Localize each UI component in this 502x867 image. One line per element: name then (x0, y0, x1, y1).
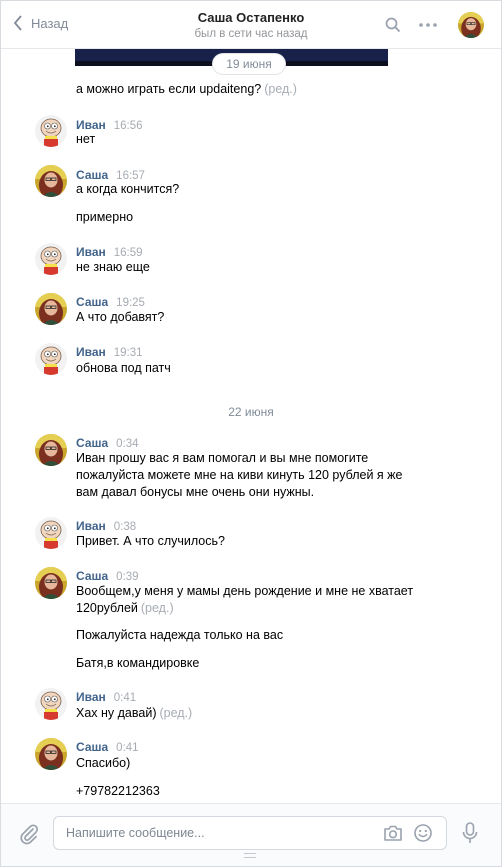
avatar[interactable] (35, 293, 67, 325)
chat-window: Назад Саша Остапенко был в сети час наза… (0, 0, 502, 867)
message-text: нет (76, 132, 96, 146)
message-time: 0:41 (116, 742, 139, 754)
paperclip-icon[interactable] (19, 823, 39, 845)
author-name[interactable]: Саша (76, 295, 108, 309)
more-dots-icon[interactable] (419, 23, 437, 27)
author-name[interactable]: Иван (76, 519, 106, 533)
avatar[interactable] (35, 343, 67, 375)
message-text: +79782212363 (76, 784, 160, 798)
date-separator: 22 июня (228, 405, 274, 419)
message-text: не знаю еще (76, 260, 150, 274)
author-name[interactable]: Иван (76, 118, 106, 132)
microphone-icon[interactable] (462, 822, 478, 844)
resize-handle[interactable] (244, 853, 256, 858)
header-avatar[interactable] (458, 12, 484, 38)
avatar[interactable] (35, 243, 67, 275)
message-meta: Саша 0:34 (76, 436, 139, 450)
message-text: А что добавят? (76, 310, 165, 324)
author-name[interactable]: Иван (76, 345, 106, 359)
camera-icon[interactable] (383, 824, 403, 842)
message-time: 19:31 (113, 347, 143, 359)
avatar[interactable] (35, 165, 67, 197)
message-time: 0:34 (116, 438, 139, 450)
message-text: Спасибо) (76, 756, 131, 770)
last-seen-status: был в сети час назад (194, 28, 308, 40)
message-text: а можно играть если updaiteng? (ред.) (76, 82, 297, 96)
avatar[interactable] (35, 115, 67, 147)
message-text: обнова под патч (76, 361, 171, 375)
message-feed[interactable]: 19 июня а можно играть если updaiteng? (р… (1, 49, 501, 803)
avatar[interactable] (35, 434, 67, 466)
message-time: 0:39 (116, 571, 139, 583)
message-text: Вообщем,у меня у мамы день рождение и мн… (76, 584, 414, 615)
message-text: Пожалуйста надежда только на вас (76, 628, 284, 642)
message-meta: Саша 16:57 (76, 168, 145, 182)
chat-header: Назад Саша Остапенко был в сети час наза… (1, 1, 501, 49)
author-name[interactable]: Иван (76, 245, 106, 259)
message-meta: Иван 16:59 (76, 245, 143, 259)
edited-mark: (ред.) (264, 82, 297, 96)
message-meta: Иван 0:41 (76, 690, 136, 704)
smile-icon[interactable] (413, 823, 433, 843)
message-meta: Саша 0:41 (76, 740, 139, 754)
message-meta: Иван 19:31 (76, 345, 143, 359)
author-name[interactable]: Саша (76, 569, 108, 583)
message-input-placeholder: Напишите сообщение... (66, 826, 205, 840)
search-icon[interactable] (385, 17, 401, 33)
message-text: Привет. А что случилось? (76, 534, 225, 548)
message-meta: Саша 0:39 (76, 569, 139, 583)
author-name[interactable]: Саша (76, 168, 108, 182)
message-text: а когда кончится? (76, 182, 180, 196)
message-text: Батя,в командировке (76, 656, 200, 670)
message-composer: Напишите сообщение... (1, 803, 501, 866)
date-separator: 19 июня (213, 54, 285, 74)
message-meta: Иван 0:38 (76, 519, 136, 533)
message-time: 0:41 (113, 692, 137, 704)
avatar[interactable] (35, 738, 67, 770)
avatar[interactable] (35, 517, 67, 549)
edited-mark: (ред.) (159, 706, 193, 720)
message-time: 16:59 (113, 247, 143, 259)
message-time: 19:25 (116, 297, 145, 309)
message-text: примерно (76, 210, 134, 224)
message-meta: Саша 19:25 (76, 295, 145, 309)
author-name[interactable]: Саша (76, 740, 108, 754)
message-meta: Иван 16:56 (76, 118, 143, 132)
author-name[interactable]: Саша (76, 436, 108, 450)
message-text: Иван прошу вас я вам помогал и вы мне по… (76, 451, 403, 499)
message-text: Хах ну давай) (ред.) (76, 706, 193, 720)
avatar[interactable] (35, 567, 67, 599)
edited-mark: (ред.) (140, 601, 174, 615)
author-name[interactable]: Иван (76, 690, 106, 704)
message-time: 0:38 (113, 521, 137, 533)
avatar[interactable] (35, 688, 67, 720)
message-input[interactable]: Напишите сообщение... (53, 816, 447, 850)
